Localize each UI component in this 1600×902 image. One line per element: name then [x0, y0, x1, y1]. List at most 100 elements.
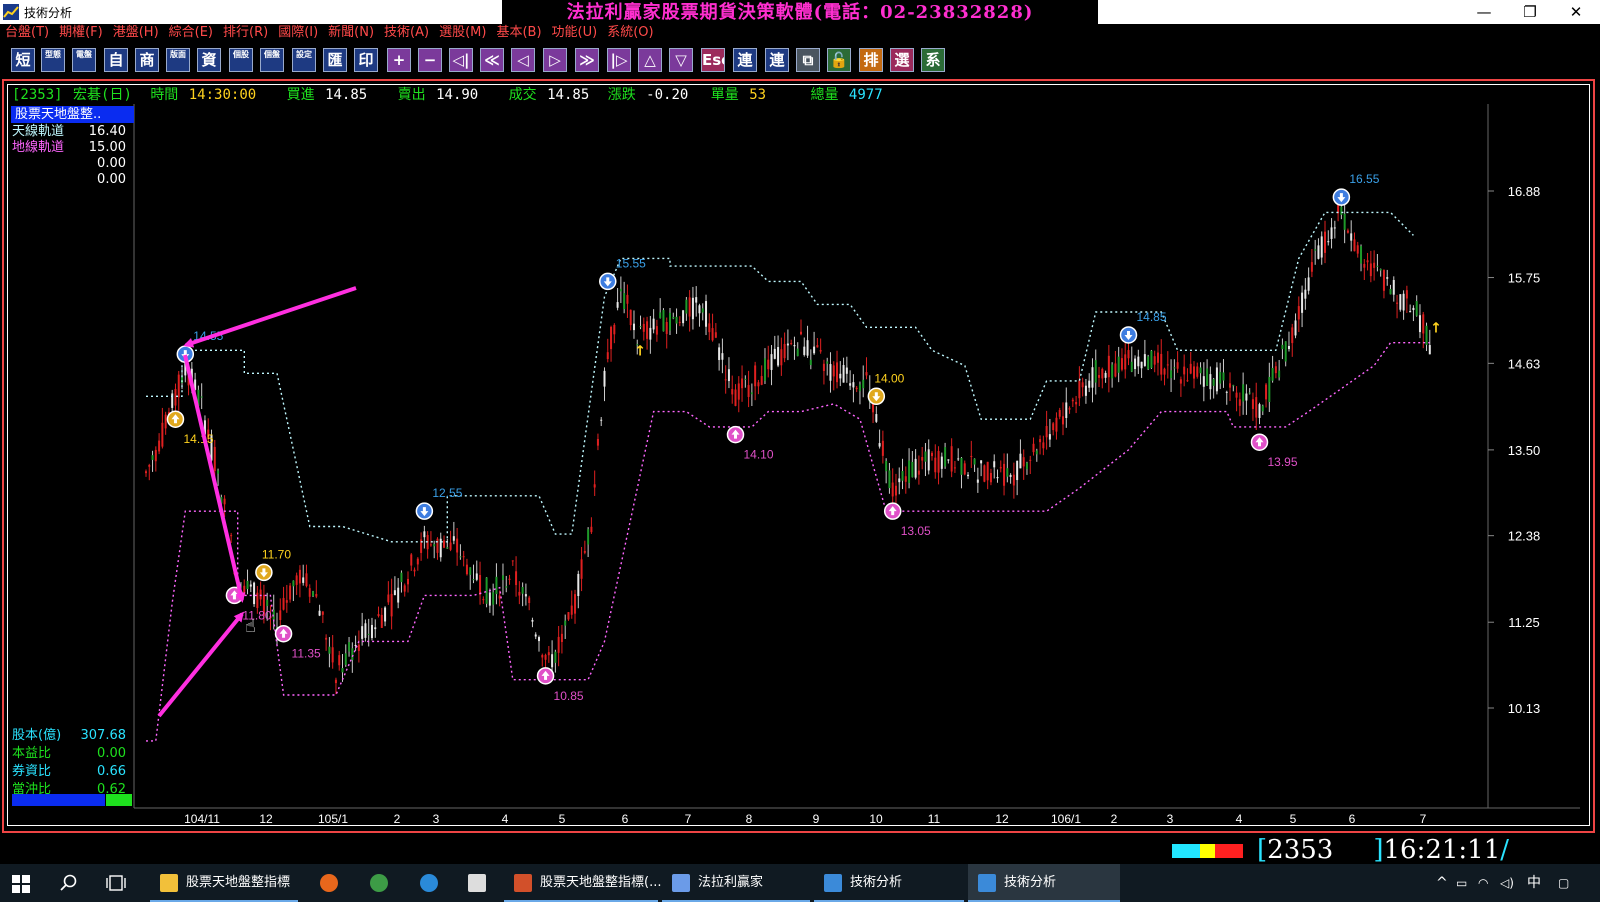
candle-body — [390, 593, 393, 617]
candle-body — [1350, 233, 1353, 241]
candle-body — [924, 451, 927, 462]
taskbar-item[interactable] — [410, 864, 452, 902]
x-tick-label: 7 — [1420, 812, 1427, 826]
x-tick-label: 7 — [685, 812, 692, 826]
candle-body — [1196, 366, 1199, 377]
search-icon[interactable] — [60, 874, 78, 892]
candlestick-chart[interactable]: 16.88 15.75 14.63 13.50 12.38 11.25 10.13 104/1… — [0, 0, 1600, 902]
candle-body — [1127, 350, 1130, 359]
candle-body — [1232, 385, 1235, 387]
small-up-arrow-icon: ↑ — [1430, 320, 1442, 336]
candle-body — [881, 440, 884, 456]
candle-body — [564, 620, 567, 626]
candle-body — [1019, 453, 1022, 469]
wifi-icon[interactable]: ◠ — [1478, 864, 1488, 902]
candle-body — [610, 326, 613, 350]
x-tick-label: 5 — [1290, 812, 1297, 826]
candle-body — [279, 610, 282, 621]
volume-icon[interactable]: ◁) — [1500, 864, 1514, 902]
candle-body — [711, 328, 714, 341]
candle-body — [413, 569, 416, 572]
network-icon[interactable]: ▭ — [1456, 864, 1467, 902]
candle-body — [508, 578, 511, 580]
current-code[interactable]: 2353 — [1267, 835, 1333, 865]
candle-body — [632, 323, 635, 331]
taskbar-item[interactable]: 技術分析 — [968, 864, 1120, 902]
candle-body — [1150, 350, 1153, 368]
candle-body — [551, 654, 554, 668]
candle-body — [495, 576, 498, 595]
candle-body — [1245, 393, 1248, 401]
candle-body — [993, 461, 996, 468]
candle-body — [701, 308, 704, 313]
taskbar-item[interactable]: 股票天地盤整指標 — [150, 864, 298, 902]
candle-body — [1193, 366, 1195, 379]
candle-body — [819, 350, 822, 352]
candle-body — [908, 460, 911, 483]
candle-body — [790, 343, 793, 345]
taskbar-item[interactable] — [458, 864, 500, 902]
taskbar-item[interactable]: 股票天地盤整指標(... — [504, 864, 661, 902]
candle-body — [243, 585, 246, 596]
candle-body — [1143, 354, 1146, 366]
candle-body — [1120, 358, 1123, 370]
candle-body — [845, 367, 848, 374]
candle-body — [456, 538, 459, 553]
x-tick-label: 2 — [1111, 812, 1118, 826]
candle-body — [1098, 375, 1101, 378]
notification-icon[interactable]: ▢ — [1558, 864, 1569, 902]
candle-body — [816, 345, 819, 348]
candle-body — [452, 536, 455, 541]
candle-body — [547, 652, 550, 656]
candle-body — [970, 456, 973, 458]
candle-body — [685, 299, 688, 314]
candle-body — [1356, 245, 1359, 254]
candle-body — [501, 575, 504, 581]
status-color-2 — [1215, 844, 1243, 858]
candle-body — [875, 414, 878, 422]
candle-body — [1160, 353, 1163, 375]
signal-marker: 15.55 — [599, 256, 646, 291]
tray-chevron-icon[interactable]: ^ — [1436, 864, 1448, 902]
candle-body — [433, 544, 436, 547]
candle-body — [606, 352, 609, 360]
candle-body — [295, 575, 298, 585]
taskbar-item[interactable] — [360, 864, 402, 902]
taskbar-item[interactable] — [310, 864, 352, 902]
candle-body — [1065, 402, 1068, 418]
candle-body — [1320, 236, 1323, 258]
ime-indicator[interactable]: 中 — [1527, 864, 1541, 902]
candle-body — [963, 463, 966, 475]
candle-body — [213, 446, 216, 472]
code-open-bracket: [ — [1257, 835, 1268, 865]
candle-body — [927, 449, 930, 471]
candle-body — [528, 597, 531, 604]
candle-body — [348, 642, 351, 652]
firefox-icon — [320, 873, 338, 892]
taskbar-item[interactable]: 技術分析 — [814, 864, 964, 902]
candle-body — [580, 559, 583, 579]
candle-body — [1176, 362, 1179, 369]
candle-body — [1042, 442, 1045, 449]
candle-body — [1310, 262, 1313, 272]
time-value: 14:30:00 — [188, 87, 257, 103]
candle-body — [669, 312, 671, 331]
taskbar-item[interactable]: 法拉利贏家 — [662, 864, 810, 902]
candle-body — [714, 332, 717, 338]
indicator-title[interactable]: 股票天地盤整.. — [11, 106, 134, 123]
candle-body — [1255, 397, 1258, 418]
candle-body — [1268, 376, 1271, 403]
windows-start-icon[interactable] — [12, 875, 30, 893]
candle-body — [511, 560, 514, 562]
candle-body — [524, 594, 527, 597]
candle-body — [678, 321, 681, 323]
task-view-icon[interactable] — [106, 874, 126, 892]
candle-body — [357, 644, 360, 651]
candle-body — [164, 414, 167, 429]
candle-body — [574, 594, 577, 614]
candle-body — [370, 624, 373, 639]
candle-body — [659, 312, 662, 319]
candle-body — [158, 440, 161, 452]
legend-value: 15.00 — [88, 140, 126, 155]
candle-body — [544, 654, 547, 660]
